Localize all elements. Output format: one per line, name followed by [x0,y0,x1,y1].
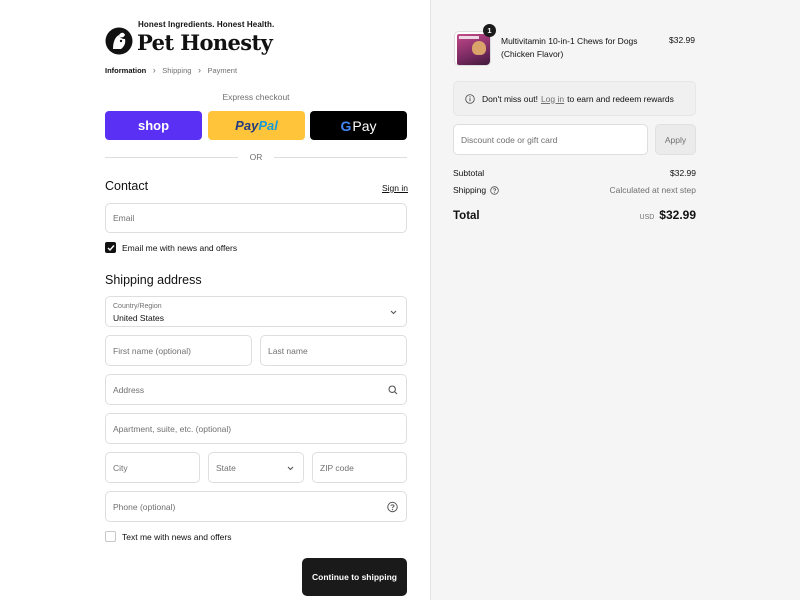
info-icon [465,93,475,104]
shop-pay-button[interactable]: shop [105,111,202,140]
logo-tagline: Honest Ingredients. Honest Health. [138,20,275,29]
state-select[interactable]: State [208,452,304,483]
address-field[interactable]: Address [105,374,407,405]
breadcrumb-shipping: Shipping [162,65,192,75]
breadcrumb-information[interactable]: Information [105,66,146,75]
search-icon [388,384,398,394]
google-pay-button[interactable]: G Pay [310,111,407,140]
product-label-strip [459,36,479,39]
brand-name: Pet Honesty [137,30,273,55]
continue-to-shipping-button[interactable]: Continue to shipping [302,558,407,596]
first-name-placeholder: First name (optional) [113,345,191,356]
sign-in-link[interactable]: Sign in [382,183,408,193]
dog-head-logo-icon [105,27,133,55]
paypal-label-part2: Pal [258,118,278,133]
zip-field[interactable]: ZIP code [312,452,407,483]
phone-field[interactable]: Phone (optional) [105,491,407,522]
email-offers-row[interactable]: Email me with news and offers [105,242,237,253]
quantity-badge: 1 [483,24,496,37]
last-name-placeholder: Last name [268,345,308,356]
shop-pay-label: shop [137,118,170,133]
first-name-field[interactable]: First name (optional) [105,335,252,366]
rewards-login-link[interactable]: Log in [541,94,564,104]
shipping-label-group: Shipping [453,185,499,195]
apartment-placeholder: Apartment, suite, etc. (optional) [113,423,232,434]
checkout-main-panel: Honest Ingredients. Honest Health. Pet H… [0,0,430,600]
city-field[interactable]: City [105,452,200,483]
last-name-field[interactable]: Last name [260,335,407,366]
rewards-banner: Don't miss out! Log in to earn and redee… [453,81,696,116]
email-offers-label: Email me with news and offers [122,242,238,253]
help-circle-icon[interactable] [490,185,499,195]
subtotal-row: Subtotal $32.99 [453,168,696,178]
total-value: $32.99 [659,208,696,222]
country-value: United States [113,313,165,323]
rewards-prefix: Don't miss out! [482,93,538,104]
text-offers-row[interactable]: Text me with news and offers [105,531,231,542]
shipping-address-title: Shipping address [105,273,202,287]
discount-placeholder: Discount code or gift card [461,134,558,145]
zip-placeholder: ZIP code [320,462,354,473]
city-placeholder: City [113,462,128,473]
pet-honesty-logo[interactable]: Honest Ingredients. Honest Health. Pet H… [105,20,274,60]
subtotal-label: Subtotal [453,168,485,178]
express-checkout-title: Express checkout [222,92,290,102]
product-price: $32.99 [669,35,695,45]
chevron-down-icon [287,466,294,470]
google-g-icon: G [340,117,352,134]
state-placeholder: State [216,462,236,473]
country-select[interactable]: Country/Region United States [105,296,407,327]
text-offers-label: Text me with news and offers [122,531,232,542]
email-field[interactable]: Email [105,203,407,233]
help-circle-icon[interactable] [387,501,398,512]
email-placeholder: Email [113,213,135,223]
total-row: Total USD $32.99 [453,208,696,222]
shipping-row: Shipping Calculated at next step [453,185,696,195]
shipping-label: Shipping [453,185,487,195]
paypal-button[interactable]: Pay Pal [208,111,305,140]
text-offers-checkbox[interactable] [105,531,116,542]
email-offers-checkbox[interactable] [105,242,116,253]
product-thumbnail [454,31,491,66]
apartment-field[interactable]: Apartment, suite, etc. (optional) [105,413,407,444]
shipping-value: Calculated at next step [609,185,696,195]
divider-line [274,157,407,158]
rewards-suffix: to earn and redeem rewards [567,93,674,104]
breadcrumb: Information › Shipping › Payment [105,65,237,75]
product-name: Multivitamin 10-in-1 Chews for Dogs (Chi… [501,36,638,59]
country-label: Country/Region [113,303,162,310]
checkmark-icon [107,244,115,251]
total-amount-group: USD $32.99 [640,208,696,222]
chevron-right-icon: › [152,65,156,75]
subtotal-value: $32.99 [670,168,696,178]
apply-discount-button[interactable]: Apply [655,124,696,155]
discount-code-field[interactable]: Discount code or gift card [453,124,648,155]
or-divider: OR [105,152,407,162]
dog-image [472,41,486,55]
paypal-label-part1: Pay [235,118,259,133]
contact-title: Contact [105,179,149,193]
phone-placeholder: Phone (optional) [113,501,176,512]
total-label: Total [453,210,480,222]
breadcrumb-payment: Payment [207,65,238,75]
chevron-right-icon: › [197,65,201,75]
address-placeholder: Address [113,384,145,395]
currency-code: USD [639,214,655,221]
chevron-down-icon [390,310,397,314]
google-pay-label: Pay [352,117,377,134]
